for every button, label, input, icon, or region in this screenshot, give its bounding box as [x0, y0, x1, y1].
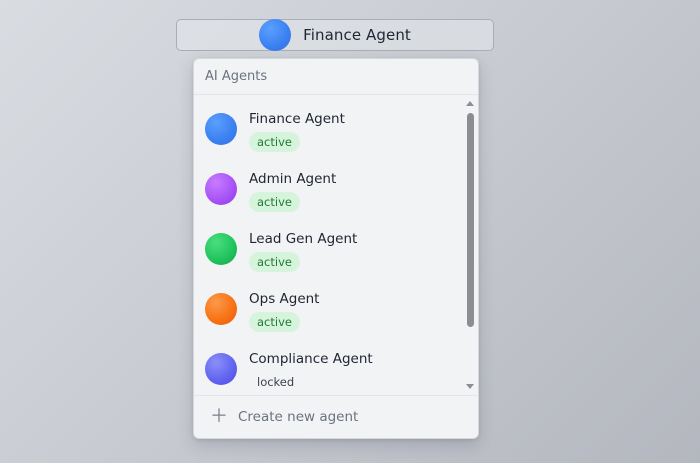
create-agent-button[interactable]: ＋ Create new agent — [194, 395, 478, 438]
agent-selector[interactable]: Finance Agent — [176, 19, 494, 51]
status-badge: active — [249, 312, 300, 332]
agent-avatar — [205, 113, 237, 145]
agent-list-container: Finance Agent active Admin Agent active … — [194, 95, 478, 395]
selected-agent-label: Finance Agent — [303, 26, 411, 44]
agent-name: Admin Agent — [249, 171, 337, 187]
scroll-up-arrow-icon[interactable] — [466, 101, 474, 106]
agent-item-finance[interactable]: Finance Agent active — [194, 95, 464, 155]
dropdown-header: AI Agents — [194, 59, 478, 95]
selected-agent-avatar — [259, 19, 292, 51]
status-badge: active — [249, 252, 300, 272]
plus-icon: ＋ — [210, 406, 228, 427]
agent-item-lead-gen[interactable]: Lead Gen Agent active — [194, 215, 464, 275]
agent-name: Compliance Agent — [249, 351, 373, 367]
status-badge: locked — [257, 375, 295, 389]
agent-item-ops[interactable]: Ops Agent active — [194, 275, 464, 335]
status-badge: active — [249, 192, 300, 212]
agents-dropdown: AI Agents Finance Agent active Admin Age… — [193, 58, 479, 439]
dropdown-title: AI Agents — [205, 69, 268, 84]
agent-avatar — [205, 233, 237, 265]
agent-name: Lead Gen Agent — [249, 231, 358, 247]
scroll-thumb[interactable] — [467, 113, 474, 327]
status-badge: active — [249, 132, 300, 152]
agent-item-compliance[interactable]: Compliance Agent locked — [194, 335, 464, 395]
create-agent-label: Create new agent — [238, 409, 359, 425]
agent-avatar — [205, 173, 237, 205]
agent-avatar — [205, 353, 237, 385]
agent-item-admin[interactable]: Admin Agent active — [194, 155, 464, 215]
agent-avatar — [205, 293, 237, 325]
agent-name: Finance Agent — [249, 111, 345, 127]
scrollbar[interactable] — [464, 95, 476, 395]
agent-list: Finance Agent active Admin Agent active … — [194, 95, 464, 395]
agent-name: Ops Agent — [249, 291, 320, 307]
scroll-down-arrow-icon[interactable] — [466, 384, 474, 389]
